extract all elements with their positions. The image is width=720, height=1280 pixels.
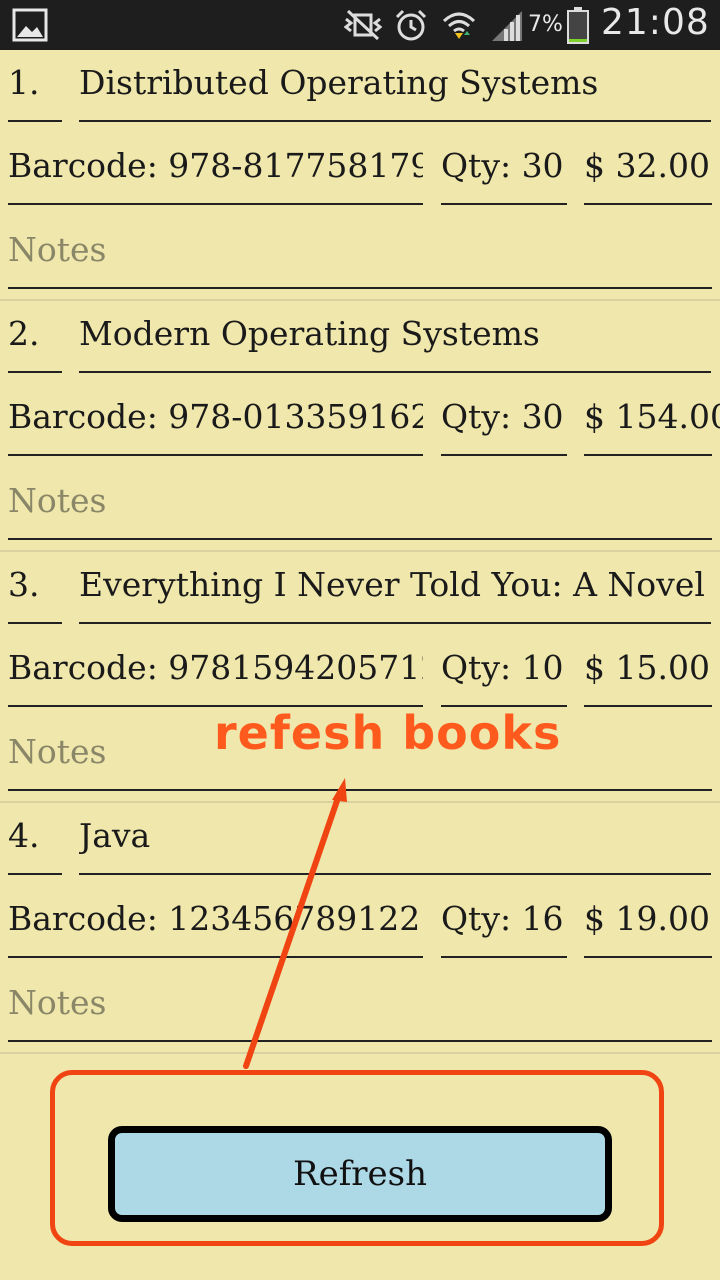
refresh-button[interactable]: Refresh: [108, 1126, 612, 1222]
